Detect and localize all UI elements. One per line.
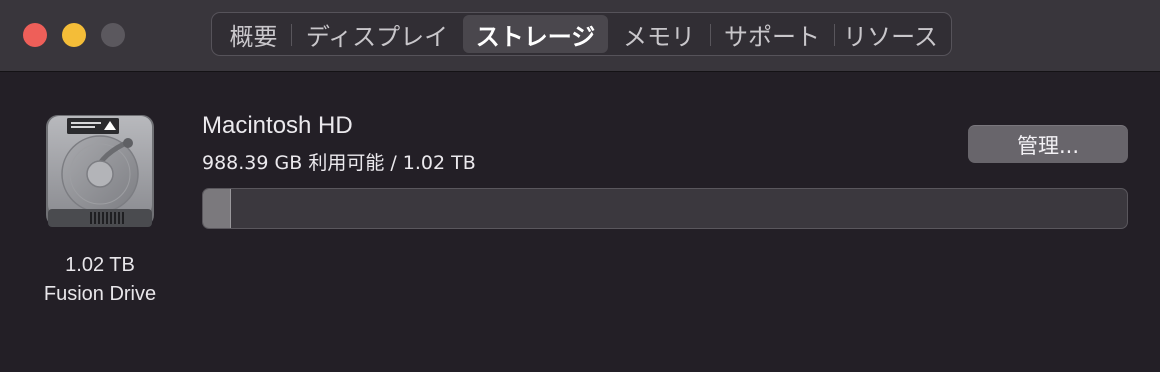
drive-size: 1.02 TB [65,254,135,276]
title-bar: 概要 ディスプレイ ストレージ メモリ サポート リソース [0,0,1160,72]
tab-bar: 概要 ディスプレイ ストレージ メモリ サポート リソース [211,12,952,56]
storage-usage-bar [202,188,1128,229]
about-this-mac-window: 概要 ディスプレイ ストレージ メモリ サポート リソース 1.02 TB Fu… [0,0,1160,372]
disk-name: Macintosh HD [202,112,353,139]
tab-overview[interactable]: 概要 [216,15,291,53]
tab-support[interactable]: サポート [710,15,834,53]
minimize-button[interactable] [62,23,86,47]
tab-displays[interactable]: ディスプレイ [291,15,463,53]
drive-type: Fusion Drive [43,283,157,305]
disk-availability: 988.39 GB 利用可能 / 1.02 TB [202,152,476,174]
tab-storage[interactable]: ストレージ [463,15,608,53]
close-button[interactable] [23,23,47,47]
zoom-button[interactable] [101,23,125,47]
hard-drive-icon [46,115,154,227]
tab-memory[interactable]: メモリ [608,15,710,53]
tab-resources[interactable]: リソース [834,15,947,53]
storage-used-segment [203,189,231,228]
manage-button[interactable]: 管理... [968,125,1128,163]
